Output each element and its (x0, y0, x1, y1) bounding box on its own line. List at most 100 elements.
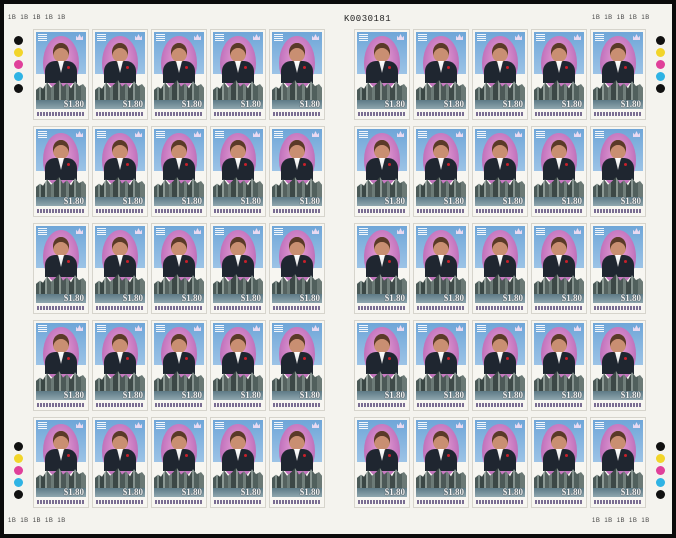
plate-numbers-top-left: 1B 1B 1B 1B 1B (8, 15, 66, 21)
caption-text (273, 209, 321, 213)
country-inscription (536, 422, 545, 429)
stamp-value: $1.80 (122, 390, 143, 400)
traffic-light-dot (656, 490, 665, 499)
stamp: $1.80 (34, 127, 88, 216)
portrait-head (492, 43, 508, 62)
country-inscription (156, 228, 165, 235)
stamp-value: $1.80 (502, 99, 523, 109)
traffic-light-dot (656, 72, 665, 81)
buttonhole-flower (624, 66, 627, 69)
stamp: $1.80 (270, 224, 324, 313)
caption-text (594, 209, 642, 213)
stamp: $1.80 (591, 321, 645, 410)
country-inscription (156, 325, 165, 332)
stamp: $1.80 (152, 418, 206, 507)
country-inscription (418, 325, 427, 332)
portrait-head (433, 43, 449, 62)
caption-text (535, 403, 583, 407)
stamp-value: $1.80 (299, 293, 320, 303)
stamp-value: $1.80 (620, 99, 641, 109)
caption-text (37, 112, 85, 116)
country-inscription (595, 228, 604, 235)
stamp-value: $1.80 (63, 99, 84, 109)
traffic-light-dot (14, 36, 23, 45)
portrait-head (289, 140, 305, 159)
portrait-head (289, 237, 305, 256)
stamp: $1.80 (211, 418, 265, 507)
plate-number: 1B (592, 518, 601, 524)
stamp: $1.80 (473, 224, 527, 313)
traffic-lights-bottom-right (656, 442, 665, 499)
stamp: $1.80 (211, 224, 265, 313)
traffic-light-dot (14, 72, 23, 81)
buttonhole-flower (447, 454, 450, 457)
portrait-head (610, 237, 626, 256)
buttonhole-flower (447, 357, 450, 360)
portrait-head (171, 431, 187, 450)
stamp: $1.80 (532, 224, 586, 313)
portrait-head (112, 43, 128, 62)
caption-text (535, 112, 583, 116)
stamp-value: $1.80 (122, 196, 143, 206)
traffic-light-dot (656, 478, 665, 487)
caption-text (214, 209, 262, 213)
stamp: $1.80 (532, 321, 586, 410)
caption-text (594, 403, 642, 407)
caption-text (273, 500, 321, 504)
buttonhole-flower (565, 357, 568, 360)
caption-text (476, 112, 524, 116)
portrait-head (492, 334, 508, 353)
stamp: $1.80 (591, 127, 645, 216)
portrait-head (433, 140, 449, 159)
portrait-head (112, 237, 128, 256)
stamp-value: $1.80 (384, 99, 405, 109)
plate-number: 1B (45, 518, 54, 524)
buttonhole-flower (506, 66, 509, 69)
stamp: $1.80 (211, 321, 265, 410)
country-inscription (536, 228, 545, 235)
stamp-value: $1.80 (384, 196, 405, 206)
country-inscription (274, 131, 283, 138)
portrait-head (492, 237, 508, 256)
portrait-head (230, 431, 246, 450)
buttonhole-flower (67, 66, 70, 69)
stamp: $1.80 (152, 321, 206, 410)
caption-text (358, 209, 406, 213)
buttonhole-flower (244, 163, 247, 166)
buttonhole-flower (126, 163, 129, 166)
buttonhole-flower (126, 260, 129, 263)
stamp-value: $1.80 (620, 196, 641, 206)
caption-text (594, 500, 642, 504)
caption-text (155, 403, 203, 407)
traffic-light-dot (14, 490, 23, 499)
stamp-value: $1.80 (299, 390, 320, 400)
buttonhole-flower (303, 357, 306, 360)
portrait-head (112, 334, 128, 353)
portrait-head (53, 431, 69, 450)
plate-number: 1B (641, 518, 650, 524)
country-inscription (215, 131, 224, 138)
country-inscription (418, 228, 427, 235)
caption-text (417, 500, 465, 504)
buttonhole-flower (244, 357, 247, 360)
stamp-value: $1.80 (502, 293, 523, 303)
caption-text (214, 500, 262, 504)
country-inscription (595, 325, 604, 332)
stamp: $1.80 (591, 224, 645, 313)
caption-text (37, 209, 85, 213)
traffic-light-dot (656, 36, 665, 45)
plate-number: 1B (629, 15, 638, 21)
traffic-lights-bottom-left (14, 442, 23, 499)
stamp-value: $1.80 (181, 293, 202, 303)
buttonhole-flower (388, 357, 391, 360)
country-inscription (359, 325, 368, 332)
buttonhole-flower (565, 163, 568, 166)
traffic-light-dot (14, 466, 23, 475)
portrait-head (610, 431, 626, 450)
stamp: $1.80 (355, 418, 409, 507)
stamp-value: $1.80 (181, 196, 202, 206)
plate-number: 1B (20, 518, 29, 524)
caption-text (476, 403, 524, 407)
buttonhole-flower (185, 66, 188, 69)
stamp: $1.80 (211, 30, 265, 119)
